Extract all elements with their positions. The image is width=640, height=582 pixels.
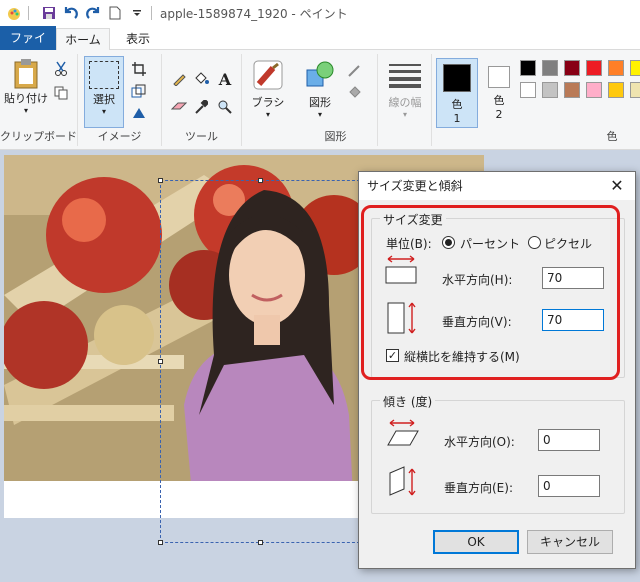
crop-icon[interactable] xyxy=(130,60,148,78)
chevron-down-icon: ▾ xyxy=(23,106,28,115)
chevron-down-icon: ▾ xyxy=(317,110,322,119)
ok-button[interactable]: OK xyxy=(433,530,519,554)
colors-group-label: 色 xyxy=(606,130,618,143)
paste-button[interactable]: 貼り付け ▾ xyxy=(4,58,48,115)
line-width-label: 線の幅 xyxy=(388,96,422,109)
palette-swatch[interactable] xyxy=(520,82,536,98)
clipboard-icon xyxy=(13,58,39,90)
paste-label: 貼り付け xyxy=(4,92,48,105)
skew-fieldset: 傾き (度) 水平方向(O): 0 垂直方向(E): 0 xyxy=(371,393,625,514)
customize-toolbar-icon[interactable] xyxy=(129,5,145,21)
color2-button[interactable]: 色 2 xyxy=(482,58,516,128)
color1-label: 色 xyxy=(451,98,463,111)
horizontal-skew-input[interactable]: 0 xyxy=(538,429,600,451)
chevron-down-icon: ▾ xyxy=(265,110,270,119)
title-bar: apple-1589874_1920 - ペイント xyxy=(0,0,640,26)
color-picker-icon[interactable] xyxy=(192,98,210,116)
image-group: 選択 ▾ イメージ xyxy=(78,54,162,146)
skew-legend: 傾き (度) xyxy=(380,393,436,410)
cancel-button[interactable]: キャンセル xyxy=(527,530,613,554)
rotate-icon[interactable] xyxy=(130,104,148,122)
outline-icon[interactable] xyxy=(346,62,364,80)
save-icon[interactable] xyxy=(41,5,57,21)
color1-swatch xyxy=(443,64,471,92)
divider xyxy=(151,6,152,20)
copy-icon[interactable] xyxy=(52,84,70,102)
shapes-label: 図形 xyxy=(309,96,331,109)
highlight-annotation xyxy=(361,205,620,380)
vertical-skew-input[interactable]: 0 xyxy=(538,475,600,497)
resize-icon[interactable] xyxy=(130,82,148,100)
fill-icon[interactable] xyxy=(346,84,364,102)
brushes-group: ブラシ ▾ xyxy=(242,54,294,146)
palette-swatch[interactable] xyxy=(564,60,580,76)
palette-swatch[interactable] xyxy=(586,82,602,98)
window-title: apple-1589874_1920 - ペイント xyxy=(160,6,348,21)
brushes-button[interactable]: ブラシ ▾ xyxy=(248,60,288,119)
horizontal-skew-label: 水平方向(O): xyxy=(444,435,515,449)
dialog-title: サイズ変更と傾斜 xyxy=(359,172,635,200)
chevron-down-icon: ▾ xyxy=(101,107,106,116)
color1-number: 1 xyxy=(453,112,461,125)
color2-label: 色 xyxy=(493,94,505,107)
line-width-button[interactable]: 線の幅 ▾ xyxy=(384,62,426,119)
palette-swatch[interactable] xyxy=(586,60,602,76)
undo-icon[interactable] xyxy=(63,5,79,21)
select-label: 選択 xyxy=(93,93,115,106)
selection-handle[interactable] xyxy=(158,540,163,545)
selection-handle[interactable] xyxy=(158,178,163,183)
brushes-label: ブラシ xyxy=(251,96,285,109)
paint-app-icon[interactable] xyxy=(6,5,22,21)
horizontal-skew-icon xyxy=(386,419,420,452)
color2-swatch xyxy=(488,66,510,88)
divider xyxy=(28,6,29,20)
palette-swatch[interactable] xyxy=(542,60,558,76)
color2-number: 2 xyxy=(495,108,503,121)
tab-file[interactable]: ファイル xyxy=(0,26,56,69)
shapes-group: 図形 ▾ 図形 xyxy=(294,54,378,146)
palette-swatch[interactable] xyxy=(542,82,558,98)
brush-icon xyxy=(253,60,283,90)
fill-bucket-icon[interactable] xyxy=(192,70,210,88)
close-icon[interactable]: ✕ xyxy=(607,176,627,196)
tools-group-label: ツール xyxy=(185,130,218,143)
vertical-skew-label: 垂直方向(E): xyxy=(444,481,513,495)
palette-swatch[interactable] xyxy=(608,60,624,76)
color1-button[interactable]: 色 1 xyxy=(436,58,478,128)
palette-swatch[interactable] xyxy=(630,82,640,98)
palette-swatch[interactable] xyxy=(608,82,624,98)
pencil-icon[interactable] xyxy=(170,70,188,88)
shapes-icon xyxy=(305,60,335,90)
image-group-label: イメージ xyxy=(97,130,142,143)
selection-handle[interactable] xyxy=(258,178,263,183)
magnifier-icon[interactable] xyxy=(216,98,234,116)
new-file-icon[interactable] xyxy=(107,5,123,21)
text-tool-icon[interactable]: A xyxy=(216,70,234,89)
eraser-icon[interactable] xyxy=(170,98,188,116)
selection-handle[interactable] xyxy=(258,540,263,545)
cut-icon[interactable] xyxy=(52,60,70,78)
line-width-icon xyxy=(389,62,421,88)
select-button[interactable]: 選択 ▾ xyxy=(84,56,124,128)
colors-group: 色 1 色 2 色 xyxy=(432,54,640,146)
palette-swatch[interactable] xyxy=(564,82,580,98)
select-rectangle-icon xyxy=(89,61,119,89)
vertical-skew-icon xyxy=(388,465,422,502)
palette-swatch[interactable] xyxy=(630,60,640,76)
clipboard-group-label: クリップボード xyxy=(0,130,77,143)
ribbon-tabs: ファイル ホーム 表示 xyxy=(0,26,640,69)
shapes-button[interactable]: 図形 ▾ xyxy=(300,60,340,119)
selection-rectangle[interactable] xyxy=(158,178,360,545)
clipboard-group: 貼り付け ▾ クリップボード xyxy=(0,54,78,146)
tab-home[interactable]: ホーム xyxy=(56,28,110,50)
tools-group: A ツール xyxy=(162,54,242,146)
ribbon: 貼り付け ▾ クリップボード 選択 ▾ イメージ A ツール ブラシ ▾ 図形 … xyxy=(0,50,640,150)
chevron-down-icon: ▾ xyxy=(402,110,407,119)
palette-swatch[interactable] xyxy=(520,60,536,76)
redo-icon[interactable] xyxy=(85,5,101,21)
tab-view[interactable]: 表示 xyxy=(116,28,160,50)
shapes-group-label: 図形 xyxy=(324,130,347,143)
selection-handle[interactable] xyxy=(158,359,163,364)
size-group: 線の幅 ▾ xyxy=(378,54,432,146)
